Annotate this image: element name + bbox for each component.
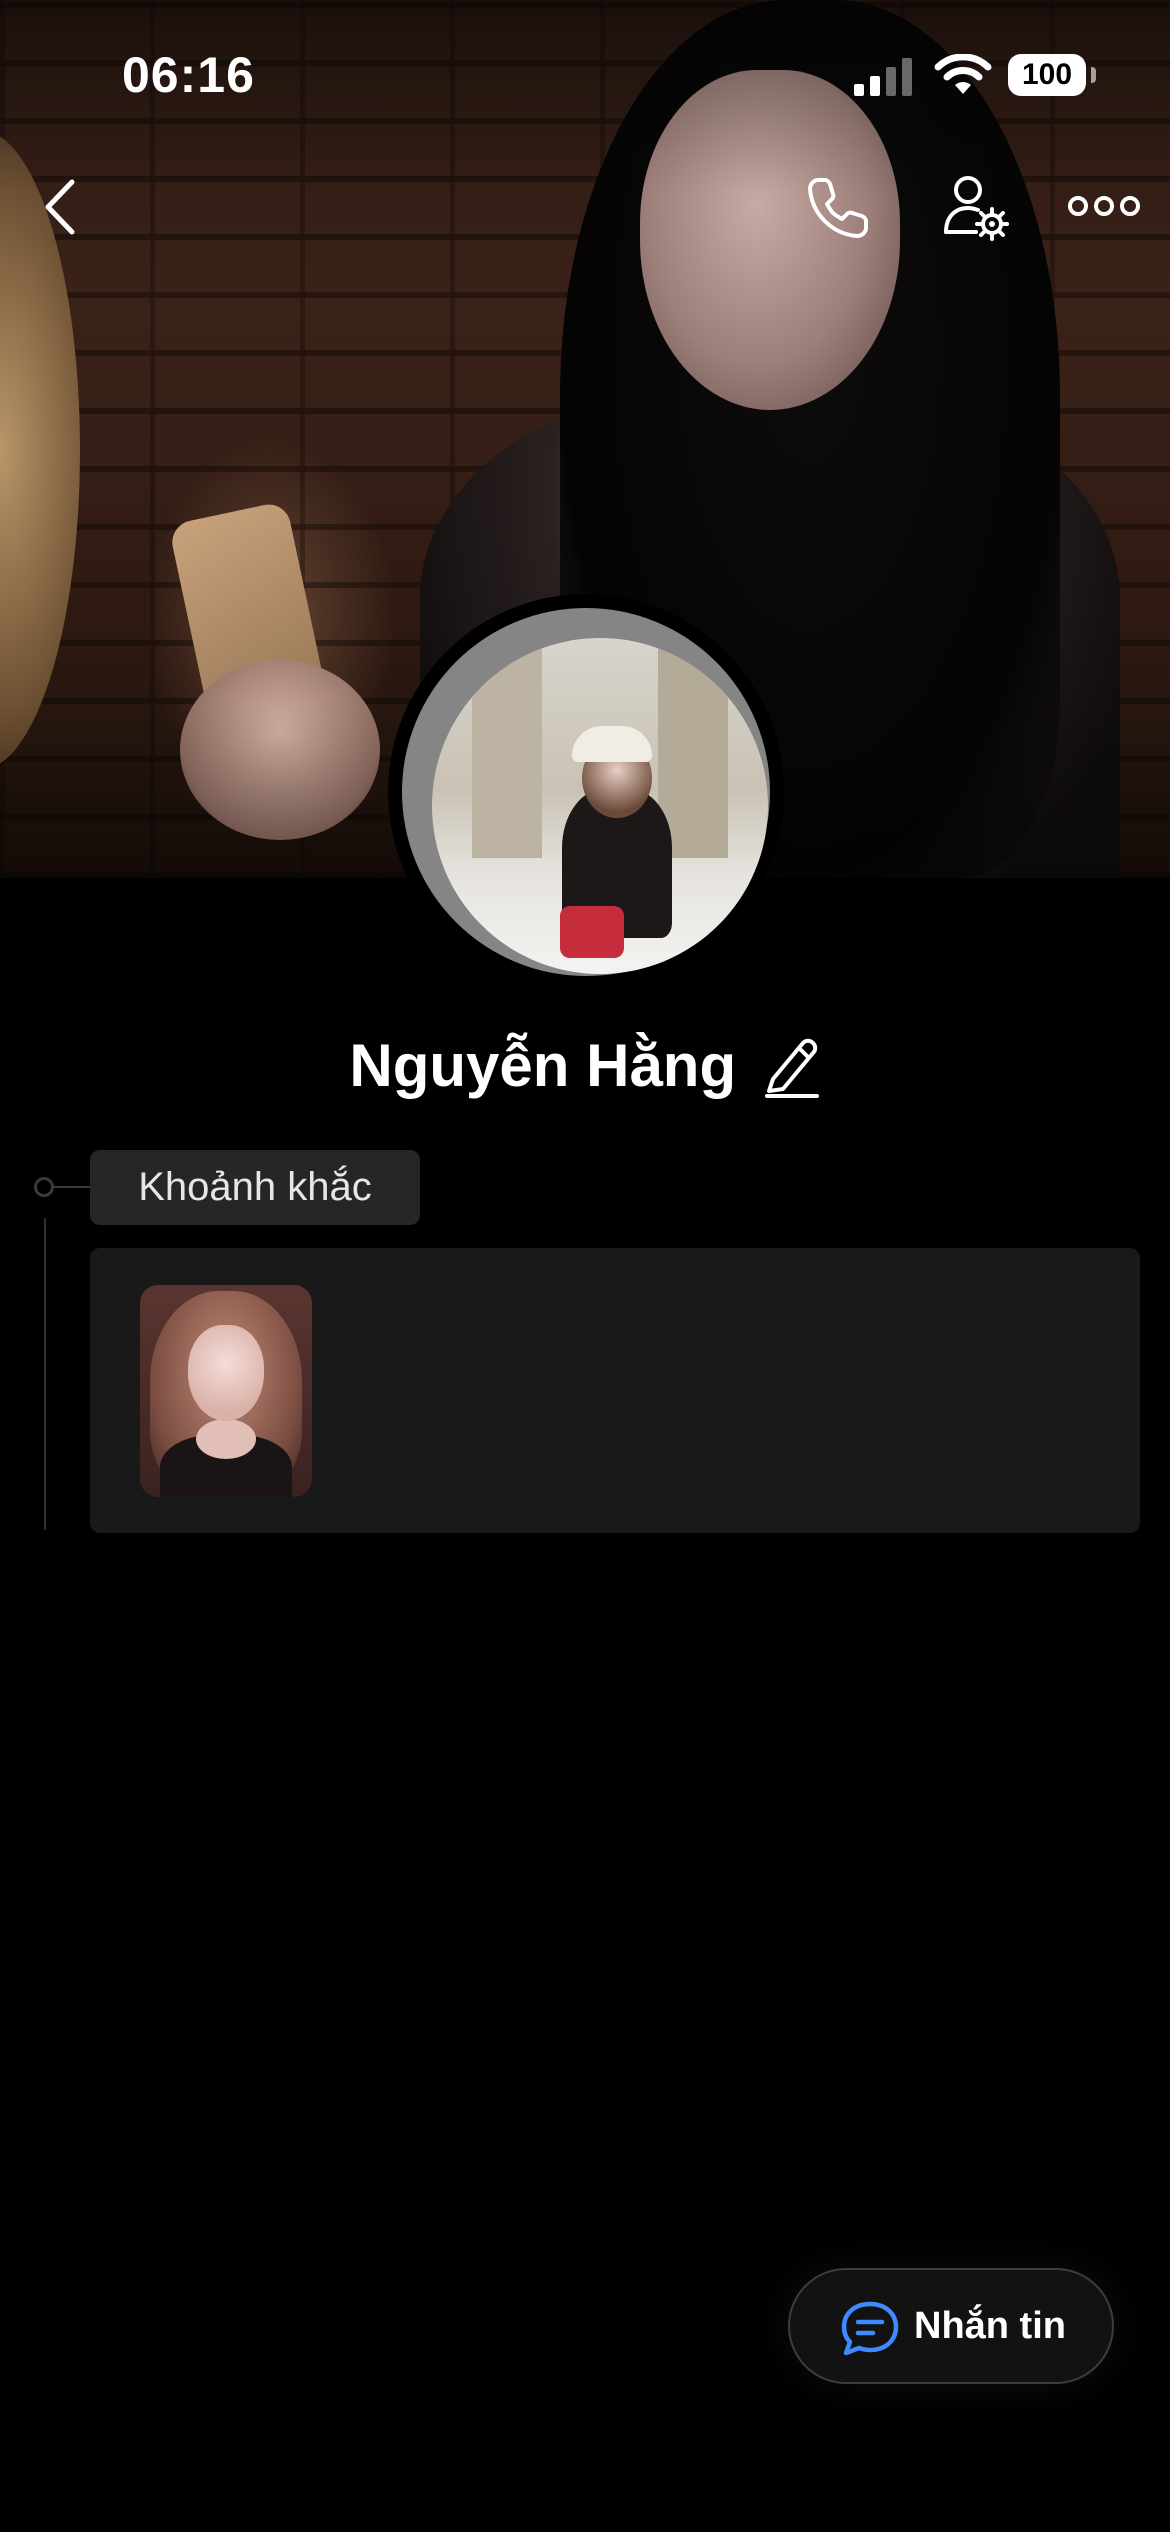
profile-name-row: Nguyễn Hằng: [0, 1024, 1170, 1108]
phone-icon[interactable]: [804, 172, 874, 242]
avatar-photo-cap: [572, 726, 652, 762]
chat-bubble-icon: [841, 2301, 899, 2356]
edit-pencil-icon[interactable]: [763, 1033, 821, 1099]
timeline-branch: [54, 1186, 90, 1188]
moment-thumbnail[interactable]: [140, 1285, 312, 1497]
battery-icon: 100: [1008, 54, 1096, 96]
moments-label[interactable]: Khoảnh khắc: [90, 1150, 420, 1225]
moments-card: [90, 1248, 1140, 1533]
profile-name: Nguyễn Hằng: [349, 1032, 737, 1099]
battery-tip: [1091, 67, 1096, 83]
moment-thumb-face: [188, 1325, 264, 1421]
battery-level: 100: [1008, 54, 1086, 96]
cellular-signal-icon: [854, 58, 912, 96]
avatar-photo: [432, 638, 768, 974]
more-horizontal-icon[interactable]: [1066, 186, 1142, 226]
user-settings-icon[interactable]: [940, 172, 1010, 242]
avatar[interactable]: [388, 594, 784, 990]
chevron-left-icon[interactable]: [36, 176, 86, 238]
moment-thumb-neck: [196, 1419, 256, 1459]
message-button-label: Nhắn tin: [914, 2305, 1066, 2347]
avatar-photo-wall: [472, 638, 542, 858]
avatar-ring: [402, 608, 770, 976]
timeline-dot: [34, 1177, 54, 1197]
wifi-icon: [934, 54, 992, 94]
status-time: 06:16: [122, 47, 255, 103]
message-button[interactable]: Nhắn tin: [788, 2268, 1114, 2384]
avatar-photo-bag: [560, 906, 624, 958]
timeline-line: [44, 1218, 46, 1530]
